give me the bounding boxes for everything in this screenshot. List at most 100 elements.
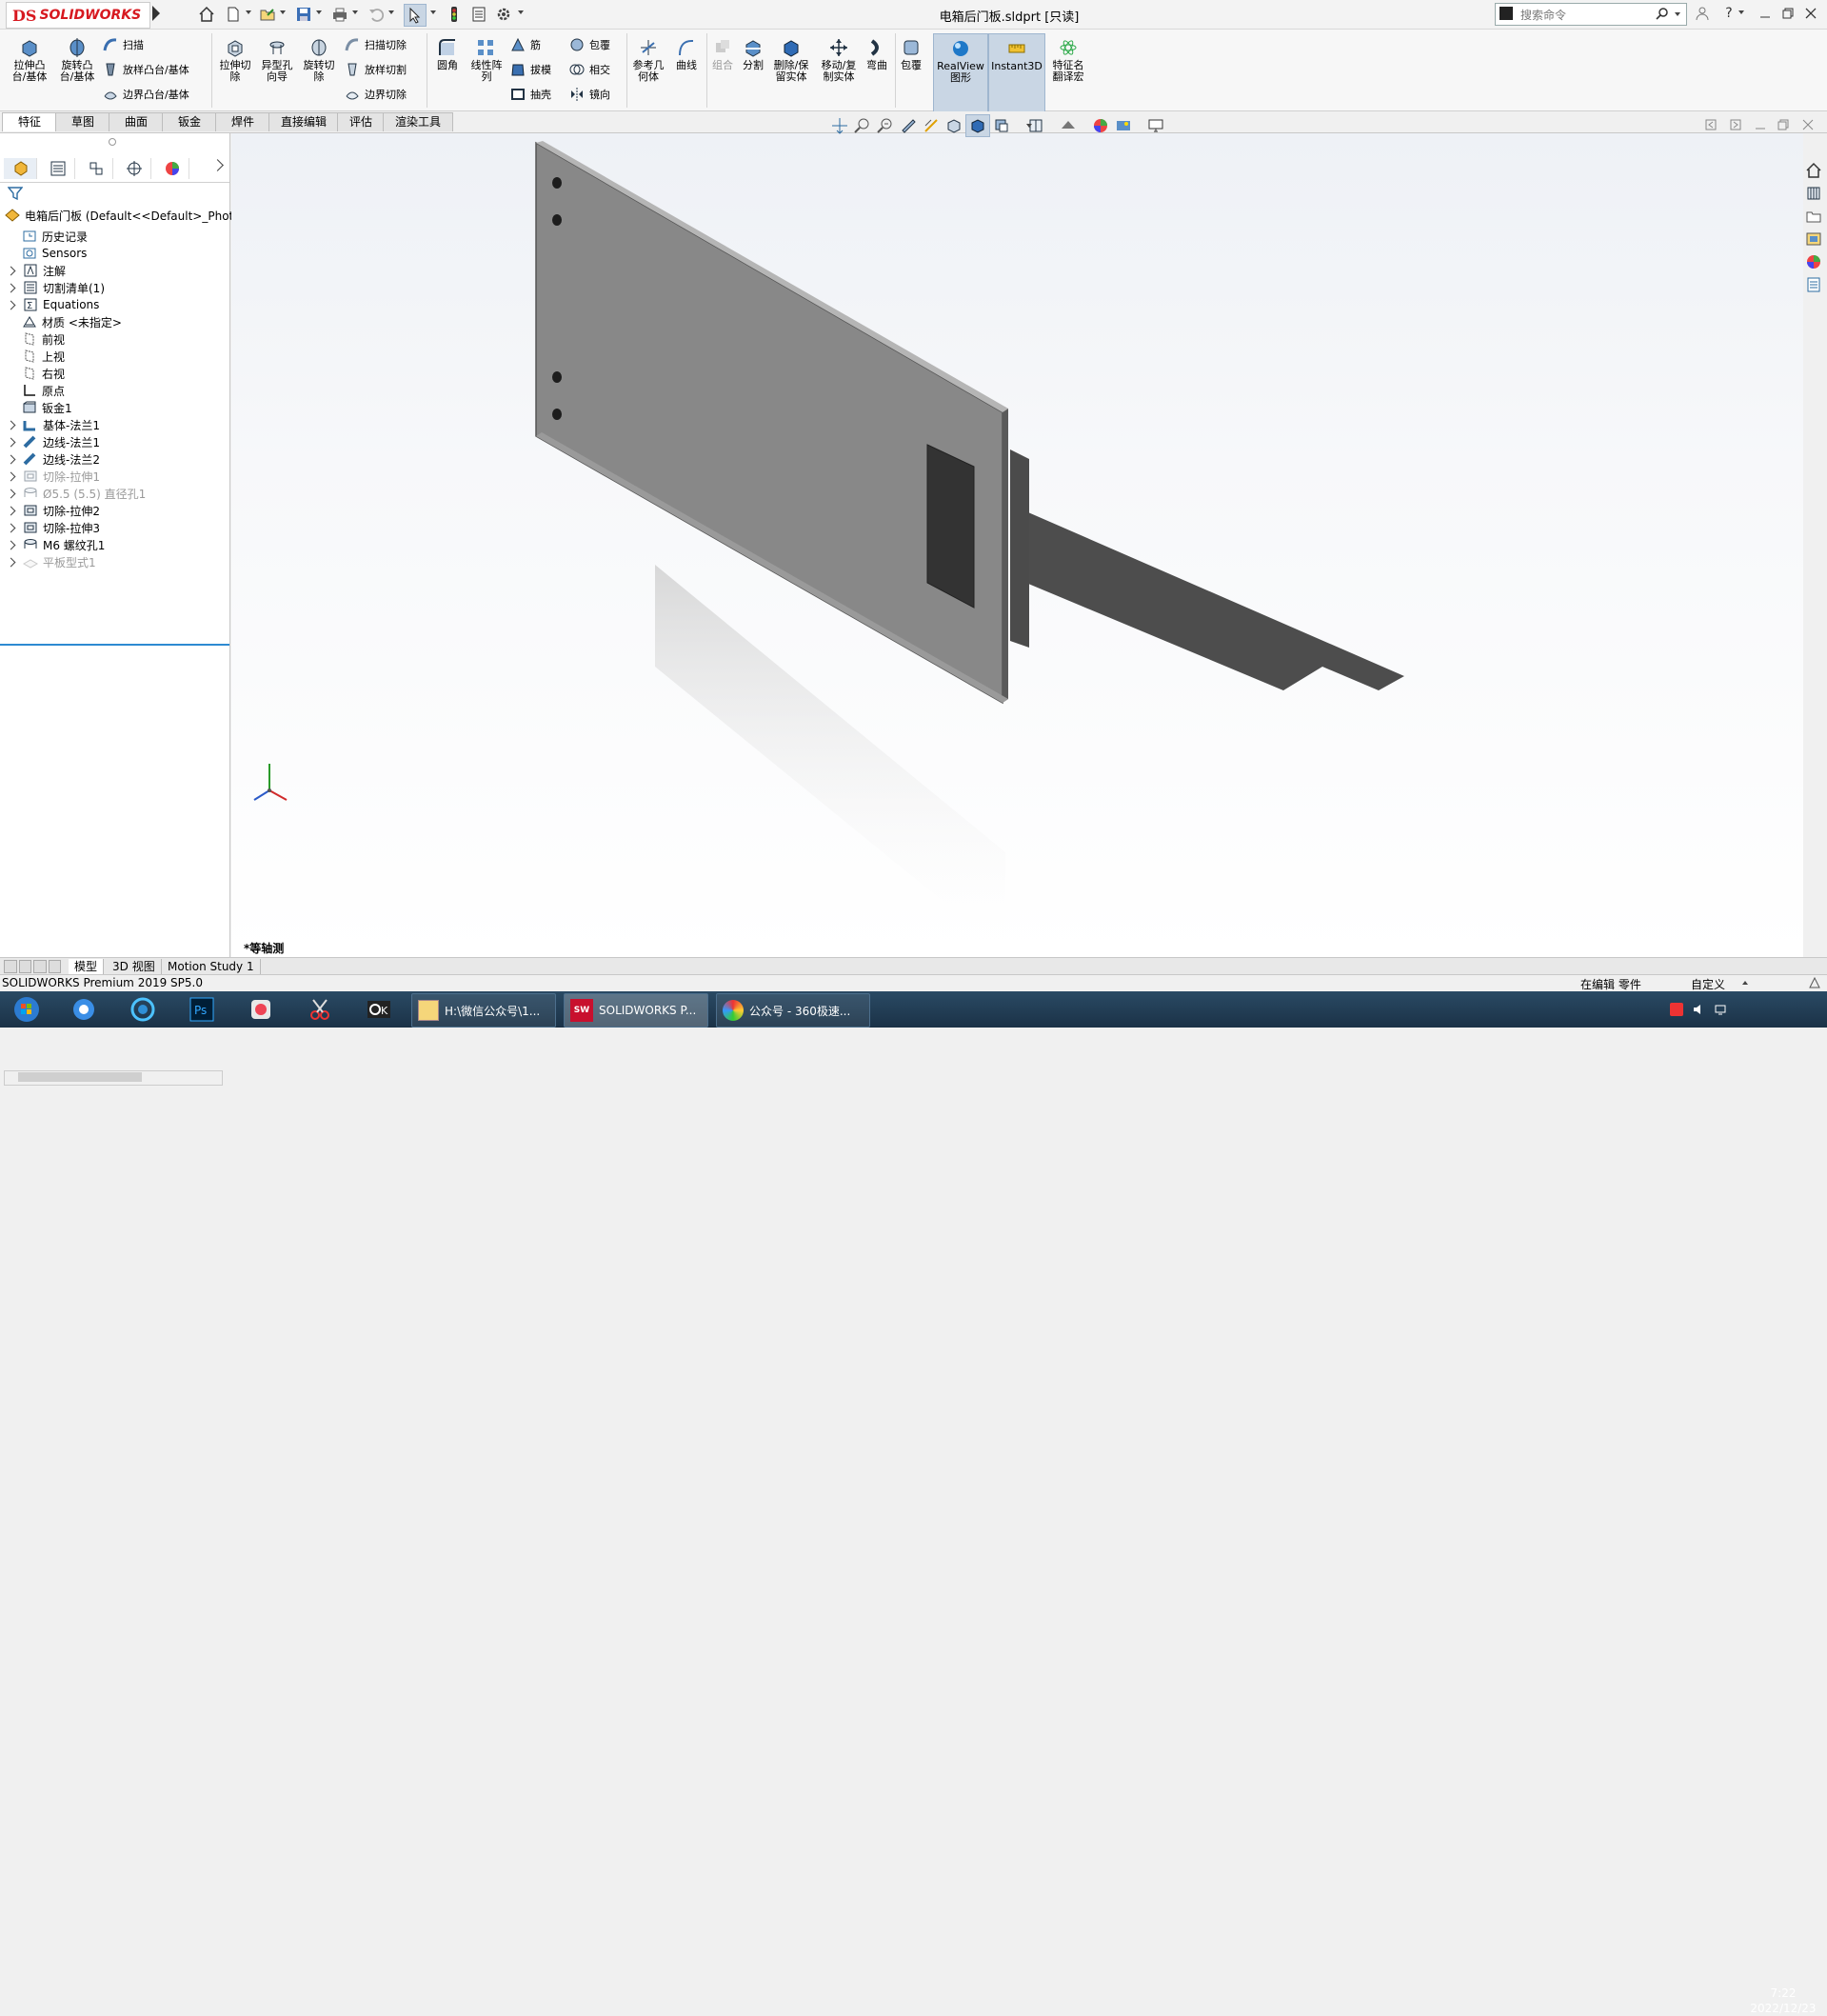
new-document-icon[interactable] [223, 4, 244, 25]
delete-keep-body-button[interactable]: 删除/保 留实体 [769, 37, 813, 83]
close-icon[interactable] [1801, 4, 1820, 23]
home-icon[interactable] [196, 4, 217, 25]
search-command-box[interactable]: 搜索命令 [1495, 3, 1687, 26]
solidworks-resources-home-icon[interactable] [1803, 160, 1824, 181]
mirror-button[interactable]: 镜向 [569, 87, 610, 102]
viewport-minimize-icon[interactable] [1754, 118, 1767, 134]
chevron-right-icon[interactable] [6, 557, 16, 567]
chevron-right-icon[interactable] [6, 489, 16, 498]
taskbar-window-solidworks[interactable]: SW SOLIDWORKS P... [564, 993, 708, 1028]
appearance-sphere-icon[interactable] [1089, 115, 1112, 136]
system-clock[interactable]: 7:22 2022/12/23 [1750, 1986, 1817, 2016]
file-properties-icon[interactable] [468, 4, 489, 25]
flex-button[interactable]: 弯曲 [863, 37, 891, 71]
extrude-cut-button[interactable]: 拉伸切 除 [215, 37, 255, 83]
dimxpert-tab-icon[interactable] [118, 158, 151, 179]
tree-item[interactable]: Σ Equations [6, 295, 99, 314]
zoom-to-fit-icon[interactable] [828, 115, 851, 136]
tree-item[interactable]: M6 螺纹孔1 [6, 535, 105, 554]
hide-show-items-icon[interactable] [990, 115, 1013, 136]
chevron-right-icon[interactable] [6, 283, 16, 292]
boundary-cut-button[interactable]: 边界切除 [345, 87, 407, 102]
revolve-boss-button[interactable]: 旋转凸 台/基体 [55, 37, 99, 83]
chevron-right-icon[interactable] [6, 523, 16, 532]
viewport-restore-icon[interactable] [1777, 118, 1790, 134]
minimize-icon[interactable] [1756, 4, 1775, 23]
chevron-down-icon[interactable] [352, 10, 358, 14]
move-copy-body-button[interactable]: 移动/复 制实体 [817, 37, 861, 83]
undo-icon[interactable] [366, 4, 387, 25]
tree-item[interactable]: 平板型式1 [6, 552, 96, 571]
taskbar-window-explorer[interactable]: H:\微信公众号\1... [411, 993, 556, 1028]
help-icon[interactable]: ? [1719, 4, 1738, 23]
start-button-icon[interactable] [0, 993, 53, 1026]
menu-expand-arrow-icon[interactable] [152, 6, 160, 21]
browser-icon[interactable] [116, 993, 169, 1026]
section-view-icon[interactable] [897, 115, 920, 136]
hole-wizard-button[interactable]: 异型孔 向导 [257, 37, 297, 83]
panel-grip-icon[interactable] [109, 138, 116, 146]
tab-sheet-metal[interactable]: 钣金 [162, 112, 217, 131]
tree-item[interactable]: 基体-法兰1 [6, 415, 100, 434]
save-icon[interactable] [293, 4, 314, 25]
curves-button[interactable]: 曲线 [670, 37, 703, 71]
rollback-bar[interactable] [0, 644, 229, 646]
instant3d-button[interactable]: Instant3D [988, 33, 1045, 113]
display-style-shaded-icon[interactable] [965, 114, 990, 137]
chevron-right-icon[interactable] [6, 454, 16, 464]
property-manager-tab-icon[interactable] [42, 158, 75, 179]
tab-3d-views[interactable]: 3D 视图 [107, 959, 162, 974]
tree-item[interactable]: 边线-法兰1 [6, 432, 100, 451]
shell-button[interactable]: 抽壳 [510, 87, 551, 102]
tree-item[interactable]: 上视 [21, 347, 65, 366]
tab-weldments[interactable]: 焊件 [215, 112, 270, 131]
tree-root-part[interactable]: 电箱后门板 (Default<<Default>_Phot [4, 206, 233, 225]
chevron-down-icon[interactable] [246, 10, 251, 14]
chevron-right-icon[interactable] [211, 159, 224, 171]
open-folder-icon[interactable] [257, 4, 278, 25]
chevron-right-icon[interactable] [6, 471, 16, 481]
tab-direct-editing[interactable]: 直接编辑 [268, 112, 339, 131]
fillet-button[interactable]: 圆角 [430, 37, 465, 71]
search-input[interactable]: 搜索命令 [1520, 7, 1566, 23]
viewport-expand-icon[interactable] [1729, 118, 1742, 134]
chevron-up-icon[interactable] [1742, 981, 1748, 985]
baidu-netdisk-icon[interactable] [57, 993, 110, 1026]
chevron-right-icon[interactable] [6, 266, 16, 275]
chevron-down-icon[interactable] [316, 10, 322, 14]
tree-item[interactable]: 切除-拉伸2 [6, 501, 100, 520]
tab-scroll-arrows[interactable] [4, 960, 61, 973]
tree-item[interactable]: 历史记录 [21, 227, 88, 246]
combine-button[interactable]: 组合 [708, 37, 737, 71]
chevron-down-icon[interactable] [1675, 12, 1680, 16]
dynamic-annotation-icon[interactable] [920, 115, 943, 136]
select-cursor-icon[interactable] [404, 4, 427, 27]
ime-indicator-icon[interactable] [1670, 1003, 1683, 1016]
rebuild-indicator-icon[interactable] [1807, 976, 1822, 992]
tree-item[interactable]: Sensors [21, 244, 87, 263]
view-orientation-icon[interactable] [943, 115, 965, 136]
intersect-button[interactable]: 相交 [569, 62, 610, 77]
realview-scene-icon[interactable] [1112, 115, 1135, 136]
chevron-down-icon[interactable] [518, 10, 524, 14]
viewport-shrink-icon[interactable] [1704, 118, 1718, 134]
tree-item[interactable]: 注解 [6, 261, 66, 280]
custom-properties-icon[interactable] [1803, 274, 1824, 295]
configuration-manager-tab-icon[interactable] [80, 158, 113, 179]
tree-item[interactable]: 材质 <未指定> [21, 312, 122, 331]
appearances-scenes-icon[interactable] [1803, 251, 1824, 272]
chevron-right-icon[interactable] [6, 540, 16, 549]
prev-tab-icon[interactable] [18, 960, 31, 973]
tab-sketch[interactable]: 草图 [55, 112, 110, 131]
viewport-close-icon[interactable] [1801, 118, 1815, 134]
zoom-to-area-icon[interactable] [851, 115, 874, 136]
loft-boss-button[interactable]: 放样凸台/基体 [103, 62, 189, 77]
photoshop-icon[interactable]: Ps [175, 993, 228, 1026]
revolve-cut-button[interactable]: 旋转切 除 [299, 37, 339, 83]
speaker-icon[interactable] [1693, 1003, 1706, 1019]
lofted-cut-button[interactable]: 放样切割 [345, 62, 407, 77]
chevron-down-icon[interactable] [430, 10, 436, 14]
chevron-right-icon[interactable] [6, 437, 16, 447]
tree-item[interactable]: 切除-拉伸1 [6, 467, 100, 486]
first-tab-icon[interactable] [4, 960, 17, 973]
